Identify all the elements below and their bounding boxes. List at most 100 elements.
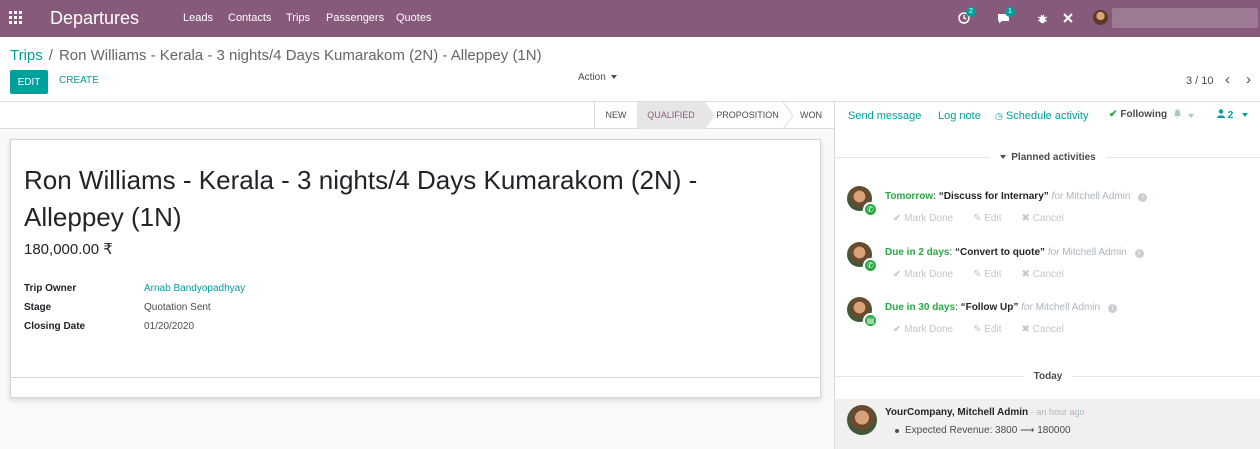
followers-count: 2 (1227, 110, 1234, 121)
activity-due: Due in 30 days (885, 302, 956, 313)
activities-systray[interactable]: 2 (958, 7, 976, 26)
activity-item: ✆ Due in 2 days: “Convert to quote” for … (847, 242, 1257, 282)
message-time: - an hour ago (1030, 407, 1085, 417)
planned-activities-label: Planned activities (1011, 152, 1096, 163)
today-separator: Today (835, 370, 1260, 382)
info-icon[interactable]: i (1134, 249, 1144, 258)
create-button[interactable]: CREATE (59, 75, 99, 86)
cancel-activity-button[interactable]: ✖ Cancel (1021, 324, 1063, 335)
app-title[interactable]: Departures (50, 8, 139, 29)
edit-label: Edit (984, 324, 1002, 335)
action-dropdown[interactable]: Action (578, 72, 617, 83)
notification-bell-button[interactable] (1173, 109, 1194, 122)
cancel-label: Cancel (1032, 269, 1064, 280)
activity-assignee: Mitchell Admin (1035, 302, 1101, 313)
activity-line: Tomorrow: “Discuss for Internary” for Mi… (885, 191, 1148, 202)
following-label: Following (1120, 109, 1168, 120)
record-title: Ron Williams - Kerala - 3 nights/4 Days … (24, 165, 698, 232)
menu-contacts[interactable]: Contacts (228, 12, 271, 24)
field-value-closing-date: 01/20/2020 (144, 321, 195, 332)
edit-button[interactable]: EDIT (10, 70, 48, 94)
stage-proposition[interactable]: PROPOSITION (710, 102, 785, 129)
pager-next-button[interactable]: › (1246, 72, 1251, 87)
edit-label: Edit (984, 213, 1002, 224)
pager-value[interactable]: 3 / 10 (1186, 75, 1214, 87)
menu-passengers[interactable]: Passengers (326, 12, 384, 24)
action-label: Action (578, 72, 606, 83)
tools-systray[interactable] (1062, 10, 1074, 26)
menu-leads[interactable]: Leads (183, 12, 213, 24)
activity-actions: ✔ Mark Done ✎ Edit ✖ Cancel (893, 213, 1084, 224)
clock-icon: ◷ (995, 111, 1003, 121)
activity-for: for (1051, 191, 1064, 202)
field-label-trip-owner: Trip Owner (24, 283, 77, 294)
today-label: Today (1023, 371, 1073, 382)
stage-new[interactable]: NEW (594, 102, 637, 129)
document-icon: ▤ (863, 313, 878, 328)
check-icon: ✔ (1109, 109, 1118, 120)
activity-assignee: Mitchell Admin (1062, 247, 1127, 258)
following-button[interactable]: ✔ Following (1109, 109, 1167, 120)
user-avatar[interactable] (1093, 10, 1108, 25)
field-value-stage: Quotation Sent (144, 302, 211, 313)
expected-revenue: 180,000.00 ₹ (24, 241, 113, 258)
tracking-value: Expected Revenue: 3800 ⟶ 180000 (905, 425, 1071, 436)
phone-icon: ✆ (863, 258, 878, 273)
send-message-button[interactable]: Send message (848, 110, 921, 122)
bell-icon (1174, 109, 1181, 119)
apps-menu-icon[interactable] (9, 11, 23, 25)
activity-line: Due in 2 days: “Convert to quote” for Mi… (885, 247, 1144, 258)
chatter-panel: Send message Log note ◷ Schedule activit… (834, 102, 1260, 449)
message-author-name[interactable]: YourCompany, Mitchell Admin (885, 407, 1028, 418)
field-label-closing-date: Closing Date (24, 321, 86, 332)
activity-for: for (1021, 302, 1033, 313)
activity-summary[interactable]: “Convert to quote” (955, 247, 1045, 258)
debug-systray[interactable] (1037, 10, 1048, 26)
user-menu-redacted[interactable] (1112, 8, 1258, 28)
message-author: YourCompany, Mitchell Admin - an hour ag… (885, 407, 1084, 418)
avatar (847, 405, 877, 435)
activity-line: Due in 30 days: “Follow Up” for Mitchell… (885, 302, 1117, 313)
mark-done-button[interactable]: ✔ Mark Done (893, 324, 953, 335)
edit-activity-button[interactable]: ✎ Edit (973, 213, 1001, 224)
person-icon (1217, 109, 1225, 118)
mark-done-button[interactable]: ✔ Mark Done (893, 269, 953, 280)
cancel-activity-button[interactable]: ✖ Cancel (1021, 269, 1063, 280)
cancel-activity-button[interactable]: ✖ Cancel (1021, 213, 1063, 224)
breadcrumb: Trips / Ron Williams - Kerala - 3 nights/4… (10, 47, 542, 64)
bullet-icon (895, 429, 899, 433)
activity-summary[interactable]: “Discuss for Internary” (939, 191, 1049, 202)
breadcrumb-trips-link[interactable]: Trips (10, 47, 43, 64)
log-note-button[interactable]: Log note (938, 110, 981, 122)
info-icon[interactable]: i (1107, 304, 1117, 313)
planned-activities-toggle[interactable]: Planned activities (835, 151, 1260, 163)
field-label-stage: Stage (24, 302, 52, 313)
menu-quotes[interactable]: Quotes (396, 12, 431, 24)
activity-item: ✆ Tomorrow: “Discuss for Internary” for … (847, 186, 1257, 226)
followers-button[interactable]: 2 (1217, 109, 1249, 121)
menu-trips[interactable]: Trips (286, 12, 310, 24)
activity-summary[interactable]: “Follow Up” (961, 302, 1019, 313)
mark-done-button[interactable]: ✔ Mark Done (893, 213, 953, 224)
caret-down-icon (610, 75, 617, 80)
activity-assignee: Mitchell Admin (1066, 191, 1131, 202)
stage-won[interactable]: WON (791, 102, 831, 129)
pager-previous-button[interactable]: ‹ (1225, 72, 1230, 87)
info-icon[interactable]: i (1138, 193, 1148, 202)
activity-actions: ✔ Mark Done ✎ Edit ✖ Cancel (893, 269, 1084, 280)
form-sheet: Ron Williams - Kerala - 3 nights/4 Days … (10, 139, 821, 398)
stage-statusbar: NEW QUALIFIED PROPOSITION WON (0, 102, 834, 129)
message-count-badge: 1 (1005, 7, 1015, 17)
schedule-activity-button[interactable]: ◷ Schedule activity (995, 110, 1088, 122)
mark-done-label: Mark Done (904, 324, 954, 335)
messaging-systray[interactable]: 1 (997, 7, 1015, 26)
field-value-trip-owner[interactable]: Arnab Bandyopadhyay (144, 283, 245, 294)
edit-activity-button[interactable]: ✎ Edit (973, 269, 1001, 280)
caret-down-icon (1242, 113, 1249, 118)
edit-activity-button[interactable]: ✎ Edit (973, 324, 1001, 335)
cancel-label: Cancel (1032, 324, 1064, 335)
stage-qualified[interactable]: QUALIFIED (637, 102, 705, 129)
bug-icon (1037, 14, 1048, 23)
tools-icon (1063, 13, 1073, 23)
mark-done-label: Mark Done (904, 213, 954, 224)
